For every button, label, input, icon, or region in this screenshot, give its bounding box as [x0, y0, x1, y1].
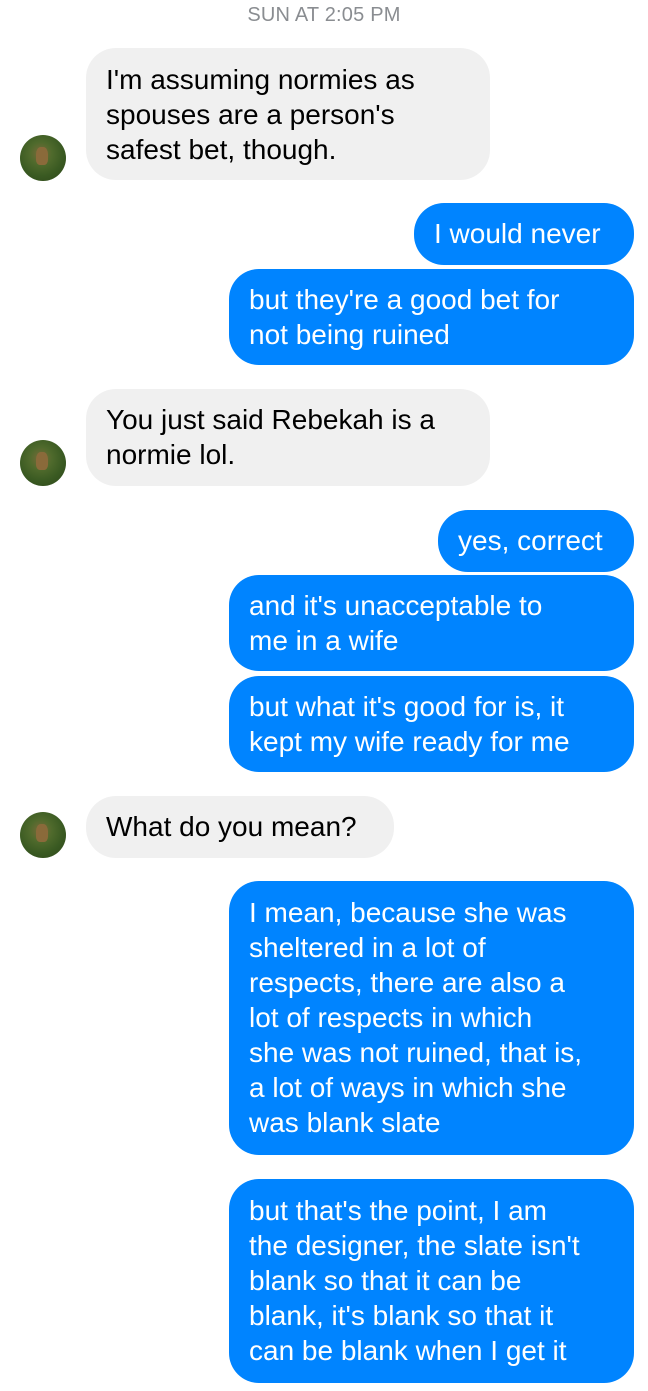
outgoing-message[interactable]: I would never — [414, 203, 634, 265]
contact-avatar-icon[interactable] — [20, 135, 66, 181]
outgoing-message[interactable]: and it's unacceptable to me in a wife — [229, 575, 634, 671]
outgoing-message[interactable]: but that's the point, I am the designer,… — [229, 1179, 634, 1383]
conversation-timestamp: SUN AT 2:05 PM — [247, 4, 401, 26]
outgoing-message[interactable]: but what it's good for is, it kept my wi… — [229, 676, 634, 772]
incoming-message[interactable]: I'm assuming normies as spouses are a pe… — [86, 48, 490, 180]
outgoing-message[interactable]: I mean, because she was sheltered in a l… — [229, 881, 634, 1155]
outgoing-message[interactable]: yes, correct — [438, 510, 634, 572]
incoming-message[interactable]: You just said Rebekah is a normie lol. — [86, 389, 490, 486]
contact-avatar-icon[interactable] — [20, 812, 66, 858]
outgoing-message[interactable]: but they're a good bet for not being rui… — [229, 269, 634, 365]
incoming-message[interactable]: What do you mean? — [86, 796, 394, 858]
contact-avatar-icon[interactable] — [20, 440, 66, 486]
